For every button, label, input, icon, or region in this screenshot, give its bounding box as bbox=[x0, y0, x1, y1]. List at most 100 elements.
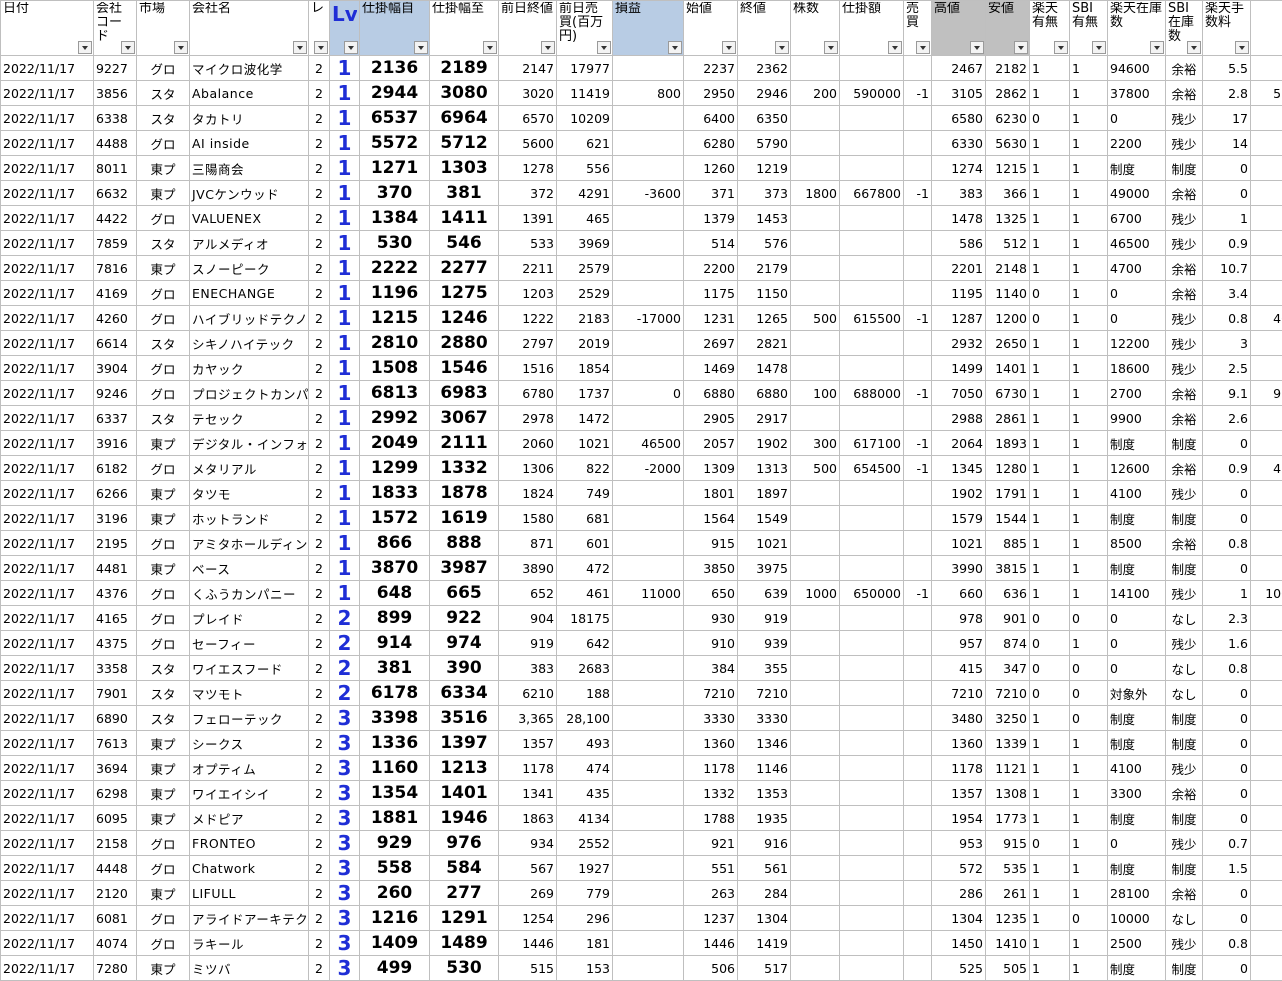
prev-volume-cell[interactable]: 28,100 bbox=[557, 706, 613, 731]
table-row[interactable]: 2022/11/176095東プメドピア23188119461863413417… bbox=[1, 806, 1282, 831]
range-from-cell[interactable]: 2049 bbox=[360, 431, 430, 456]
open-cell[interactable]: 1178 bbox=[684, 756, 738, 781]
company-name-cell[interactable]: JVCケンウッド bbox=[190, 181, 309, 206]
range-to-cell[interactable]: 1246 bbox=[430, 306, 499, 331]
range-to-cell[interactable]: 1303 bbox=[430, 156, 499, 181]
lv-cell[interactable]: 1 bbox=[330, 181, 360, 206]
high-cell[interactable]: 2932 bbox=[932, 331, 986, 356]
range-to-cell[interactable]: 3067 bbox=[430, 406, 499, 431]
sbi-avail-cell[interactable]: 1 bbox=[1070, 256, 1108, 281]
re-cell[interactable]: 2 bbox=[309, 456, 330, 481]
table-row[interactable]: 2022/11/176337スタテセック21299230672978147229… bbox=[1, 406, 1282, 431]
shares-cell[interactable]: 300 bbox=[791, 431, 840, 456]
range-to-cell[interactable]: 665 bbox=[430, 581, 499, 606]
filter-button[interactable] bbox=[1187, 41, 1201, 54]
rakuten-fee-cell[interactable]: 0.9 bbox=[1203, 231, 1251, 256]
sbi-avail-cell[interactable]: 1 bbox=[1070, 281, 1108, 306]
sbi-avail-cell[interactable]: 1 bbox=[1070, 931, 1108, 956]
range-to-cell[interactable]: 277 bbox=[430, 881, 499, 906]
code-cell[interactable]: 6266 bbox=[94, 481, 137, 506]
date-cell[interactable]: 2022/11/17 bbox=[1, 556, 94, 581]
table-row[interactable]: 2022/11/178011東プ三陽商会21127113031278556126… bbox=[1, 156, 1282, 181]
sbi-stock-cell[interactable]: 残少 bbox=[1166, 756, 1203, 781]
date-cell[interactable]: 2022/11/17 bbox=[1, 81, 94, 106]
sbi-stock-cell[interactable]: 残少 bbox=[1166, 356, 1203, 381]
rakuten-stock-cell[interactable]: 0 bbox=[1108, 831, 1166, 856]
shares-cell[interactable] bbox=[791, 156, 840, 181]
date-cell[interactable]: 2022/11/17 bbox=[1, 931, 94, 956]
rakuten-fee-cell[interactable]: 0 bbox=[1203, 906, 1251, 931]
open-cell[interactable]: 551 bbox=[684, 856, 738, 881]
prev-close-cell[interactable]: 1446 bbox=[499, 931, 557, 956]
trade-cell[interactable] bbox=[904, 681, 932, 706]
close-cell[interactable]: 2917 bbox=[738, 406, 791, 431]
rakuten-stock-cell[interactable]: 制度 bbox=[1108, 806, 1166, 831]
high-cell[interactable]: 1345 bbox=[932, 456, 986, 481]
amount-cell[interactable] bbox=[840, 606, 904, 631]
re-cell[interactable]: 2 bbox=[309, 656, 330, 681]
prev-volume-cell[interactable]: 461 bbox=[557, 581, 613, 606]
low-cell[interactable]: 505 bbox=[986, 956, 1030, 981]
pnl-cell[interactable] bbox=[613, 631, 684, 656]
amount-cell[interactable] bbox=[840, 956, 904, 981]
filter-button[interactable] bbox=[314, 41, 328, 54]
range-to-cell[interactable]: 6983 bbox=[430, 381, 499, 406]
code-cell[interactable]: 4074 bbox=[94, 931, 137, 956]
extra-cell[interactable]: 0 bbox=[1251, 331, 1282, 356]
range-to-cell[interactable]: 1275 bbox=[430, 281, 499, 306]
table-row[interactable]: 2022/11/174169グロENECHANGE211196127512032… bbox=[1, 281, 1282, 306]
rakuten-stock-cell[interactable]: 制度 bbox=[1108, 156, 1166, 181]
rakuten-fee-cell[interactable]: 0 bbox=[1203, 556, 1251, 581]
pnl-cell[interactable]: -3600 bbox=[613, 181, 684, 206]
lv-cell[interactable]: 1 bbox=[330, 56, 360, 81]
rakuten-fee-cell[interactable]: 9.1 bbox=[1203, 381, 1251, 406]
close-cell[interactable]: 576 bbox=[738, 231, 791, 256]
code-cell[interactable]: 4165 bbox=[94, 606, 137, 631]
re-cell[interactable]: 2 bbox=[309, 481, 330, 506]
lv-cell[interactable]: 1 bbox=[330, 531, 360, 556]
trade-cell[interactable] bbox=[904, 806, 932, 831]
high-cell[interactable]: 6330 bbox=[932, 131, 986, 156]
company-name-cell[interactable]: アミタホールディングス bbox=[190, 531, 309, 556]
company-name-cell[interactable]: AI inside bbox=[190, 131, 309, 156]
rakuten-avail-cell[interactable]: 1 bbox=[1030, 806, 1070, 831]
low-cell[interactable]: 2182 bbox=[986, 56, 1030, 81]
shares-cell[interactable] bbox=[791, 556, 840, 581]
sbi-stock-cell[interactable]: 余裕 bbox=[1166, 56, 1203, 81]
pnl-cell[interactable]: 46500 bbox=[613, 431, 684, 456]
range-to-cell[interactable]: 1946 bbox=[430, 806, 499, 831]
range-from-cell[interactable]: 2810 bbox=[360, 331, 430, 356]
re-cell[interactable]: 2 bbox=[309, 931, 330, 956]
lv-cell[interactable]: 3 bbox=[330, 956, 360, 981]
company-name-cell[interactable]: テセック bbox=[190, 406, 309, 431]
code-cell[interactable]: 3904 bbox=[94, 356, 137, 381]
low-cell[interactable]: 1544 bbox=[986, 506, 1030, 531]
date-cell[interactable]: 2022/11/17 bbox=[1, 231, 94, 256]
company-name-cell[interactable]: メドピア bbox=[190, 806, 309, 831]
amount-cell[interactable]: 688000 bbox=[840, 381, 904, 406]
range-from-cell[interactable]: 1216 bbox=[360, 906, 430, 931]
lv-cell[interactable]: 3 bbox=[330, 731, 360, 756]
market-cell[interactable]: スタ bbox=[137, 706, 190, 731]
low-cell[interactable]: 1401 bbox=[986, 356, 1030, 381]
rakuten-avail-cell[interactable]: 1 bbox=[1030, 381, 1070, 406]
trade-cell[interactable] bbox=[904, 931, 932, 956]
low-cell[interactable]: 6730 bbox=[986, 381, 1030, 406]
re-cell[interactable]: 2 bbox=[309, 881, 330, 906]
amount-cell[interactable] bbox=[840, 656, 904, 681]
range-to-cell[interactable]: 381 bbox=[430, 181, 499, 206]
rakuten-avail-cell[interactable]: 1 bbox=[1030, 781, 1070, 806]
close-cell[interactable]: 2179 bbox=[738, 256, 791, 281]
market-cell[interactable]: グロ bbox=[137, 306, 190, 331]
rakuten-stock-cell[interactable]: 28100 bbox=[1108, 881, 1166, 906]
rakuten-avail-cell[interactable]: 1 bbox=[1030, 906, 1070, 931]
prev-volume-cell[interactable]: 2579 bbox=[557, 256, 613, 281]
range-to-cell[interactable]: 1401 bbox=[430, 781, 499, 806]
sbi-avail-cell[interactable]: 0 bbox=[1070, 606, 1108, 631]
sbi-stock-cell[interactable]: 残少 bbox=[1166, 306, 1203, 331]
trade-cell[interactable]: -1 bbox=[904, 181, 932, 206]
rakuten-avail-cell[interactable]: 1 bbox=[1030, 481, 1070, 506]
sbi-avail-cell[interactable]: 1 bbox=[1070, 156, 1108, 181]
amount-cell[interactable] bbox=[840, 256, 904, 281]
lv-cell[interactable]: 1 bbox=[330, 406, 360, 431]
